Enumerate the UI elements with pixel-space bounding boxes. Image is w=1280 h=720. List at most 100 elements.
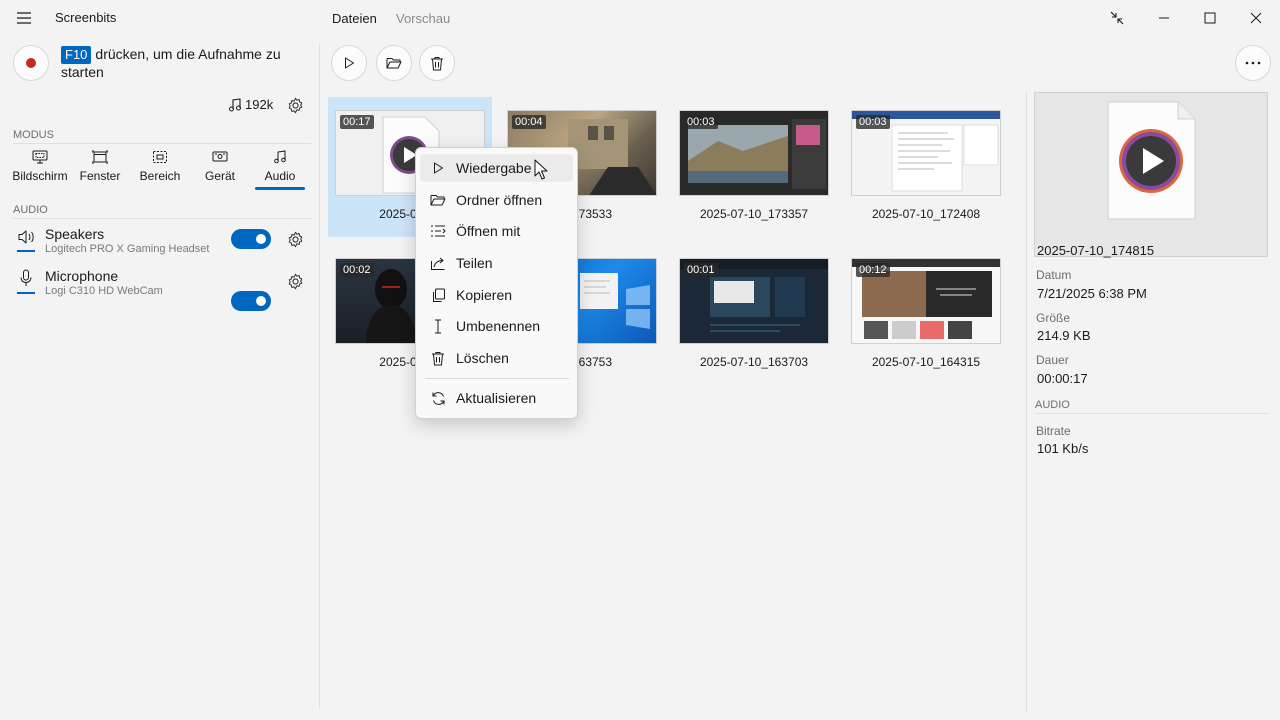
file-tile[interactable]: 00:12	[851, 258, 1001, 344]
title-bar: Screenbits Dateien Vorschau	[0, 0, 1280, 36]
speaker-device: Logitech PRO X Gaming Headset	[45, 243, 210, 255]
mode-audio-label: Audio	[264, 169, 296, 183]
record-hint: F10 drücken, um die Aufnahme zu starten	[61, 46, 311, 80]
device-icon	[212, 151, 228, 162]
mode-active-indicator	[255, 187, 305, 190]
duration-badge: 00:02	[340, 263, 374, 277]
play-icon	[420, 161, 456, 175]
duration-badge: 00:04	[512, 115, 546, 129]
compact-overlay-button[interactable]	[1094, 4, 1140, 32]
mode-device[interactable]: Gerät	[190, 150, 250, 183]
open-with-icon	[420, 224, 456, 238]
menu-item-label: Aktualisieren	[456, 390, 537, 406]
file-thumbnail: 00:12	[851, 258, 1001, 344]
audio-bitrate[interactable]: 192k	[228, 97, 273, 112]
tab-files[interactable]: Dateien	[332, 11, 377, 26]
menu-item-label: Wiedergabe	[456, 160, 532, 176]
duration-value: 00:00:17	[1037, 371, 1088, 386]
microphone-name: Microphone	[45, 268, 119, 284]
menu-item-copy[interactable]: Kopieren	[420, 281, 573, 309]
mode-device-label: Gerät	[204, 169, 235, 183]
detail-filename: 2025-07-10_174815	[1037, 243, 1155, 258]
hamburger-menu-icon[interactable]	[10, 6, 38, 30]
bitrate-value: 192k	[245, 97, 274, 112]
microphone-toggle[interactable]	[231, 291, 271, 311]
record-icon	[26, 58, 36, 68]
duration-badge: 00:03	[856, 115, 890, 129]
menu-item-label: Umbenennen	[456, 318, 541, 334]
file-name: 2025-07-10_173357	[699, 207, 809, 221]
menu-item-label: Kopieren	[456, 287, 513, 303]
microphone-level	[17, 292, 35, 294]
duration-badge: 00:17	[340, 115, 374, 129]
copy-icon	[420, 288, 456, 303]
delete-icon	[431, 56, 443, 70]
menu-item-label: Teilen	[456, 255, 493, 271]
mode-screen[interactable]: Bildschirm	[10, 150, 70, 183]
menu-item-refresh[interactable]: Aktualisieren	[420, 384, 573, 412]
mode-divider	[13, 143, 311, 144]
date-label: Datum	[1036, 268, 1072, 282]
minimize-button[interactable]	[1141, 4, 1187, 32]
folder-open-icon	[386, 58, 402, 69]
play-button[interactable]	[331, 45, 367, 81]
file-tile[interactable]: 00:03	[679, 110, 829, 196]
close-button[interactable]	[1233, 4, 1279, 32]
microphone-icon	[18, 269, 34, 287]
folder-open-icon	[420, 193, 456, 207]
bitrate-label: Bitrate	[1036, 424, 1071, 438]
mode-window[interactable]: Fenster	[70, 150, 130, 183]
menu-item-delete[interactable]: Löschen	[420, 344, 573, 372]
menu-item-rename[interactable]: Umbenennen	[420, 312, 573, 340]
speaker-level	[17, 250, 35, 252]
duration-badge: 00:03	[684, 115, 718, 129]
music-note-icon	[229, 97, 241, 111]
file-name: 2025-07-10_164315	[871, 355, 981, 369]
more-options-button[interactable]	[1235, 45, 1271, 81]
file-name: 2025-07-10_163703	[699, 355, 809, 369]
audio-divider	[13, 218, 311, 219]
mode-audio[interactable]: Audio	[250, 150, 310, 183]
menu-item-play[interactable]: Wiedergabe	[420, 154, 573, 182]
speaker-name: Speakers	[45, 226, 105, 242]
rename-icon	[420, 319, 456, 334]
file-tile[interactable]: 00:01	[679, 258, 829, 344]
delete-button[interactable]	[419, 45, 455, 81]
speaker-toggle[interactable]	[231, 229, 271, 249]
menu-item-label: Löschen	[456, 350, 509, 366]
file-thumbnail: 00:03	[851, 110, 1001, 196]
mode-section-label: MODUS	[13, 129, 54, 141]
file-tile[interactable]: 00:03	[851, 110, 1001, 196]
bitrate-value: 101 Kb/s	[1037, 441, 1089, 456]
maximize-button[interactable]	[1187, 4, 1233, 32]
file-thumbnail: 00:01	[679, 258, 829, 344]
menu-item-share[interactable]: Teilen	[420, 249, 573, 277]
tab-preview[interactable]: Vorschau	[396, 11, 450, 26]
duration-label: Dauer	[1036, 353, 1069, 367]
microphone-settings-gear-icon[interactable]	[285, 271, 305, 291]
mode-region[interactable]: Bereich	[130, 150, 190, 183]
mode-screen-label: Bildschirm	[12, 169, 68, 183]
settings-gear-icon[interactable]	[285, 95, 305, 115]
maximize-icon	[1204, 12, 1216, 24]
menu-item-open-folder[interactable]: Ordner öffnen	[420, 186, 573, 214]
open-folder-button[interactable]	[376, 45, 412, 81]
detail-audio-section: AUDIO	[1035, 399, 1070, 411]
menu-item-open-with[interactable]: Öffnen mit	[420, 217, 573, 245]
record-hint-text: drücken, um die Aufnahme zu starten	[61, 46, 281, 80]
size-value: 214.9 KB	[1037, 328, 1091, 343]
music-icon	[274, 150, 286, 164]
context-menu: Wiedergabe Ordner öffnen Öffnen mit Teil…	[415, 147, 578, 419]
menu-item-label: Öffnen mit	[456, 223, 521, 239]
mode-region-label: Bereich	[139, 169, 181, 183]
mode-window-label: Fenster	[79, 169, 121, 183]
file-thumbnail: 00:03	[679, 110, 829, 196]
duration-badge: 00:12	[856, 263, 890, 277]
panel-divider	[319, 44, 320, 708]
audio-section-label: AUDIO	[13, 204, 48, 216]
duration-badge: 00:01	[684, 263, 718, 277]
app-title: Screenbits	[55, 10, 117, 25]
video-file-icon	[1107, 101, 1196, 220]
record-button[interactable]	[13, 45, 49, 81]
speaker-settings-gear-icon[interactable]	[285, 229, 305, 249]
